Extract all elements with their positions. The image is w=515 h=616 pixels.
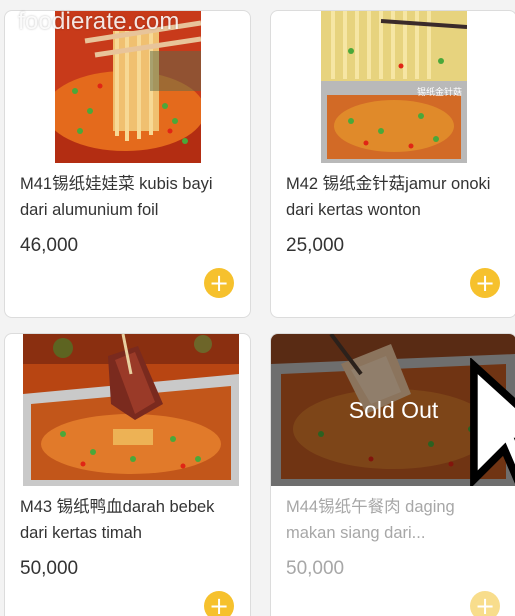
- product-price: 50,000: [20, 558, 79, 579]
- watermark: foodierate.com: [18, 8, 180, 35]
- product-name[interactable]: M43 锡纸鸭血darah bebek dari kertas timah: [20, 494, 242, 546]
- plus-icon: +: [474, 591, 496, 616]
- product-card[interactable]: M41锡纸娃娃菜 kubis bayi dari alumunium foil …: [4, 10, 251, 318]
- product-card[interactable]: M43 锡纸鸭血darah bebek dari kertas timah 50…: [4, 333, 251, 616]
- product-price: 46,000: [20, 235, 79, 256]
- product-image: [23, 334, 239, 486]
- product-card-sold-out[interactable]: Sold Out M44锡纸午餐肉 daging makan siang dar…: [270, 333, 515, 616]
- add-to-cart-button[interactable]: +: [470, 268, 500, 298]
- product-price: 50,000: [286, 558, 345, 579]
- product-image: Sold Out: [271, 334, 515, 486]
- plus-icon: +: [208, 591, 230, 616]
- menu-grid: foodierate.com M41锡纸娃娃菜 kubis bayi dari …: [0, 0, 515, 616]
- image-caption: 锡纸金针菇: [417, 86, 462, 98]
- add-to-cart-button-disabled: +: [470, 591, 500, 616]
- product-price: 25,000: [286, 235, 345, 256]
- product-card[interactable]: 锡纸金针菇 M42 锡纸金针菇jamur onoki dari kertas w…: [270, 10, 515, 318]
- product-image: 锡纸金针菇: [321, 11, 467, 163]
- product-name[interactable]: M44锡纸午餐肉 daging makan siang dari...: [286, 494, 508, 546]
- add-to-cart-button[interactable]: +: [204, 591, 234, 616]
- product-name[interactable]: M42 锡纸金针菇jamur onoki dari kertas wonton: [286, 171, 508, 223]
- product-name[interactable]: M41锡纸娃娃菜 kubis bayi dari alumunium foil: [20, 171, 242, 223]
- add-to-cart-button[interactable]: +: [204, 268, 234, 298]
- plus-icon: +: [474, 268, 496, 297]
- mouse-cursor-icon: [470, 358, 515, 486]
- plus-icon: +: [208, 268, 230, 297]
